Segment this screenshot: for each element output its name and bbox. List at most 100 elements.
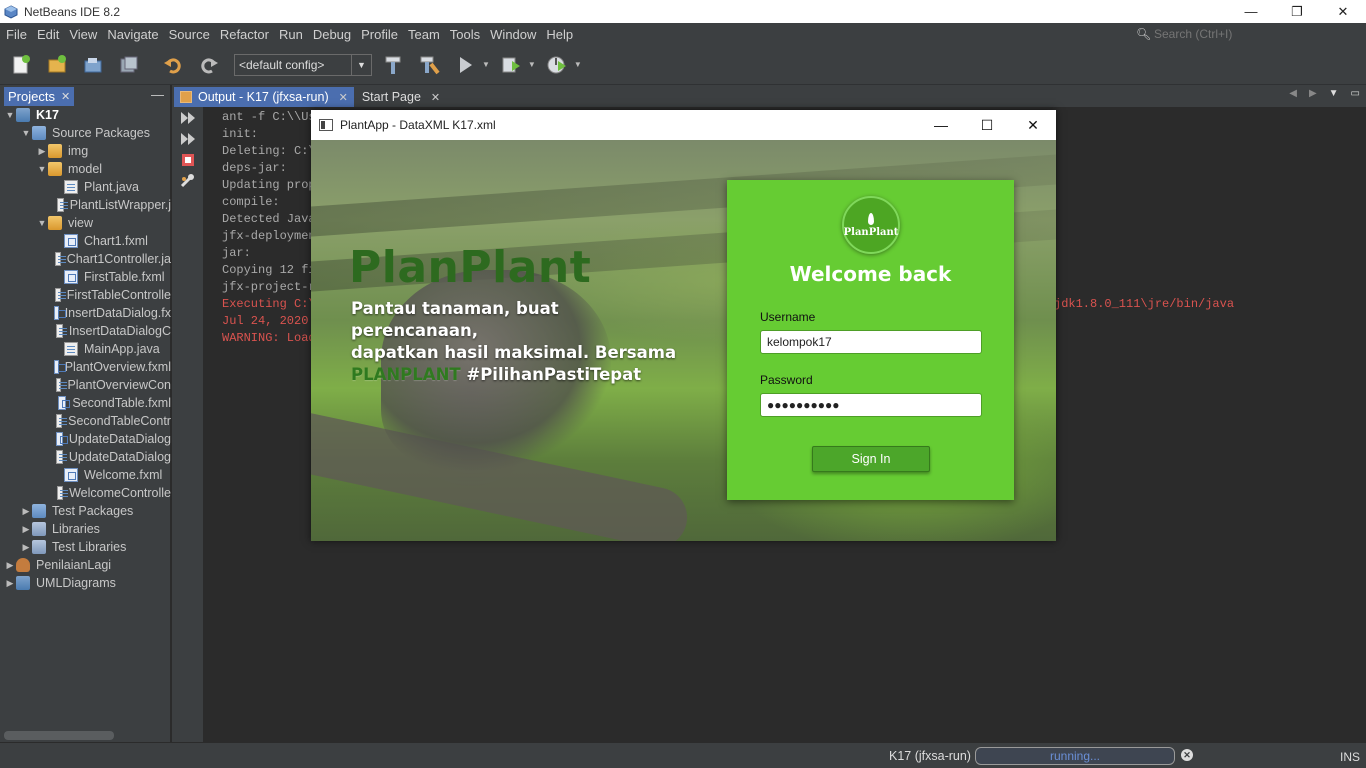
rerun-icon[interactable] bbox=[180, 111, 196, 125]
tree-item[interactable]: ▶ PenilaianLagi bbox=[0, 556, 171, 574]
collapsed-arrow-icon[interactable]: ▶ bbox=[20, 542, 32, 553]
close-icon[interactable]: ✕ bbox=[339, 91, 348, 104]
tagline-brand-highlight: PLANPLANT bbox=[351, 365, 461, 384]
tree-item[interactable]: Chart1.fxml bbox=[0, 232, 171, 250]
rerun-with-params-icon[interactable] bbox=[180, 132, 196, 146]
maximize-icon[interactable]: ▭ bbox=[1351, 88, 1360, 99]
tree-item[interactable]: ▶ Test Libraries bbox=[0, 538, 171, 556]
open-project-icon[interactable] bbox=[78, 50, 108, 80]
collapsed-arrow-icon[interactable]: ▶ bbox=[36, 146, 48, 157]
expanded-arrow-icon[interactable]: ▼ bbox=[36, 218, 48, 228]
new-file-icon[interactable] bbox=[6, 50, 36, 80]
profile-icon[interactable] bbox=[542, 50, 572, 80]
tree-item[interactable]: FirstTable.fxml bbox=[0, 268, 171, 286]
menu-source[interactable]: Source bbox=[164, 27, 215, 42]
menu-navigate[interactable]: Navigate bbox=[102, 27, 163, 42]
tree-item[interactable]: UpdateDataDialog bbox=[0, 448, 171, 466]
tree-item[interactable]: InsertDataDialog.fx bbox=[0, 304, 171, 322]
expanded-arrow-icon[interactable]: ▼ bbox=[4, 110, 16, 120]
collapsed-arrow-icon[interactable]: ▶ bbox=[4, 560, 16, 571]
undo-icon[interactable] bbox=[158, 50, 188, 80]
clean-build-icon[interactable] bbox=[414, 50, 444, 80]
scroll-left-icon[interactable]: ◀ bbox=[1289, 88, 1297, 99]
menu-debug[interactable]: Debug bbox=[308, 27, 356, 42]
tab-start-page-label: Start Page bbox=[361, 90, 421, 104]
menu-run[interactable]: Run bbox=[274, 27, 308, 42]
tree-item[interactable]: InsertDataDialogC bbox=[0, 322, 171, 340]
tree-item[interactable]: FirstTableControlle bbox=[0, 286, 171, 304]
tree-item[interactable]: ▼ model bbox=[0, 160, 171, 178]
password-field[interactable] bbox=[760, 393, 982, 417]
menu-team[interactable]: Team bbox=[403, 27, 445, 42]
tree-item[interactable]: MainApp.java bbox=[0, 340, 171, 358]
run-icon[interactable] bbox=[450, 50, 480, 80]
username-field[interactable] bbox=[760, 330, 982, 354]
close-icon[interactable]: ✕ bbox=[431, 91, 440, 104]
tree-item[interactable]: Welcome.fxml bbox=[0, 466, 171, 484]
collapsed-arrow-icon[interactable]: ▶ bbox=[20, 506, 32, 517]
tree-item[interactable]: UpdateDataDialog bbox=[0, 430, 171, 448]
tree-item[interactable]: Plant.java bbox=[0, 178, 171, 196]
tab-start-page[interactable]: Start Page ✕ bbox=[356, 87, 446, 107]
tree-item[interactable]: Chart1Controller.ja bbox=[0, 250, 171, 268]
close-icon[interactable]: ✕ bbox=[61, 90, 70, 103]
collapsed-arrow-icon[interactable]: ▶ bbox=[4, 578, 16, 589]
progress-label: running... bbox=[1049, 749, 1101, 763]
config-select-value: <default config> bbox=[239, 57, 325, 72]
tree-item[interactable]: ▼ K17 bbox=[0, 106, 171, 124]
save-all-icon[interactable] bbox=[114, 50, 144, 80]
tree-item[interactable]: ▶ img bbox=[0, 142, 171, 160]
profile-dropdown-icon[interactable]: ▼ bbox=[574, 60, 582, 69]
maximize-button[interactable]: ☐ bbox=[964, 110, 1010, 140]
horizontal-scrollbar[interactable] bbox=[4, 731, 114, 740]
progress-bar[interactable]: running... bbox=[975, 747, 1175, 765]
menu-view[interactable]: View bbox=[64, 27, 102, 42]
menu-file[interactable]: File bbox=[0, 27, 32, 42]
tree-item[interactable]: ▶ Libraries bbox=[0, 520, 171, 538]
debug-dropdown-icon[interactable]: ▼ bbox=[528, 60, 536, 69]
search-icon[interactable]: 🔍︎ bbox=[1136, 27, 1154, 41]
planplant-logo: PlanPlant bbox=[842, 196, 900, 254]
tree-item[interactable]: PlantOverview.fxml bbox=[0, 358, 171, 376]
expanded-arrow-icon[interactable]: ▼ bbox=[36, 164, 48, 174]
tab-list-icon[interactable]: ▼ bbox=[1329, 88, 1339, 99]
menu-profile[interactable]: Profile bbox=[356, 27, 403, 42]
menu-edit[interactable]: Edit bbox=[32, 27, 64, 42]
search-input[interactable] bbox=[1154, 27, 1354, 41]
build-hammer-icon[interactable] bbox=[378, 50, 408, 80]
tree-item[interactable]: ▼ view bbox=[0, 214, 171, 232]
close-button[interactable]: ✕ bbox=[1320, 0, 1366, 23]
minimize-button[interactable]: — bbox=[918, 110, 964, 140]
debug-icon[interactable] bbox=[496, 50, 526, 80]
scroll-right-icon[interactable]: ▶ bbox=[1309, 88, 1317, 99]
restore-button[interactable]: ❐ bbox=[1274, 0, 1320, 23]
menu-tools[interactable]: Tools bbox=[445, 27, 485, 42]
settings-wrench-icon[interactable] bbox=[180, 174, 196, 188]
minimize-panel-icon[interactable]: — bbox=[151, 87, 164, 102]
tree-item[interactable]: PlantListWrapper.j bbox=[0, 196, 171, 214]
redo-icon[interactable] bbox=[194, 50, 224, 80]
tree-item[interactable]: ▶ Test Packages bbox=[0, 502, 171, 520]
sign-in-button[interactable]: Sign In bbox=[812, 446, 930, 472]
new-project-icon[interactable] bbox=[42, 50, 72, 80]
tree-item[interactable]: ▶ UMLDiagrams bbox=[0, 574, 171, 592]
status-task[interactable]: K17 (jfxsa-run) bbox=[889, 749, 971, 763]
config-select[interactable]: <default config> ▼ bbox=[234, 53, 372, 76]
collapsed-arrow-icon[interactable]: ▶ bbox=[20, 524, 32, 535]
minimize-button[interactable]: — bbox=[1228, 0, 1274, 23]
tab-output[interactable]: Output - K17 (jfxsa-run) ✕ bbox=[174, 87, 354, 107]
tree-item[interactable]: SecondTableContr bbox=[0, 412, 171, 430]
tree-item[interactable]: WelcomeControlle bbox=[0, 484, 171, 502]
stop-icon[interactable] bbox=[180, 153, 196, 167]
tree-item[interactable]: ▼ Source Packages bbox=[0, 124, 171, 142]
tab-projects[interactable]: Projects ✕ bbox=[4, 87, 75, 106]
cancel-task-icon[interactable]: ✕ bbox=[1181, 749, 1193, 761]
run-dropdown-icon[interactable]: ▼ bbox=[482, 60, 490, 69]
tree-item[interactable]: SecondTable.fxml bbox=[0, 394, 171, 412]
close-button[interactable]: ✕ bbox=[1010, 110, 1056, 140]
menu-help[interactable]: Help bbox=[541, 27, 578, 42]
tree-item[interactable]: PlantOverviewCon bbox=[0, 376, 171, 394]
menu-refactor[interactable]: Refactor bbox=[215, 27, 274, 42]
expanded-arrow-icon[interactable]: ▼ bbox=[20, 128, 32, 138]
menu-window[interactable]: Window bbox=[485, 27, 541, 42]
